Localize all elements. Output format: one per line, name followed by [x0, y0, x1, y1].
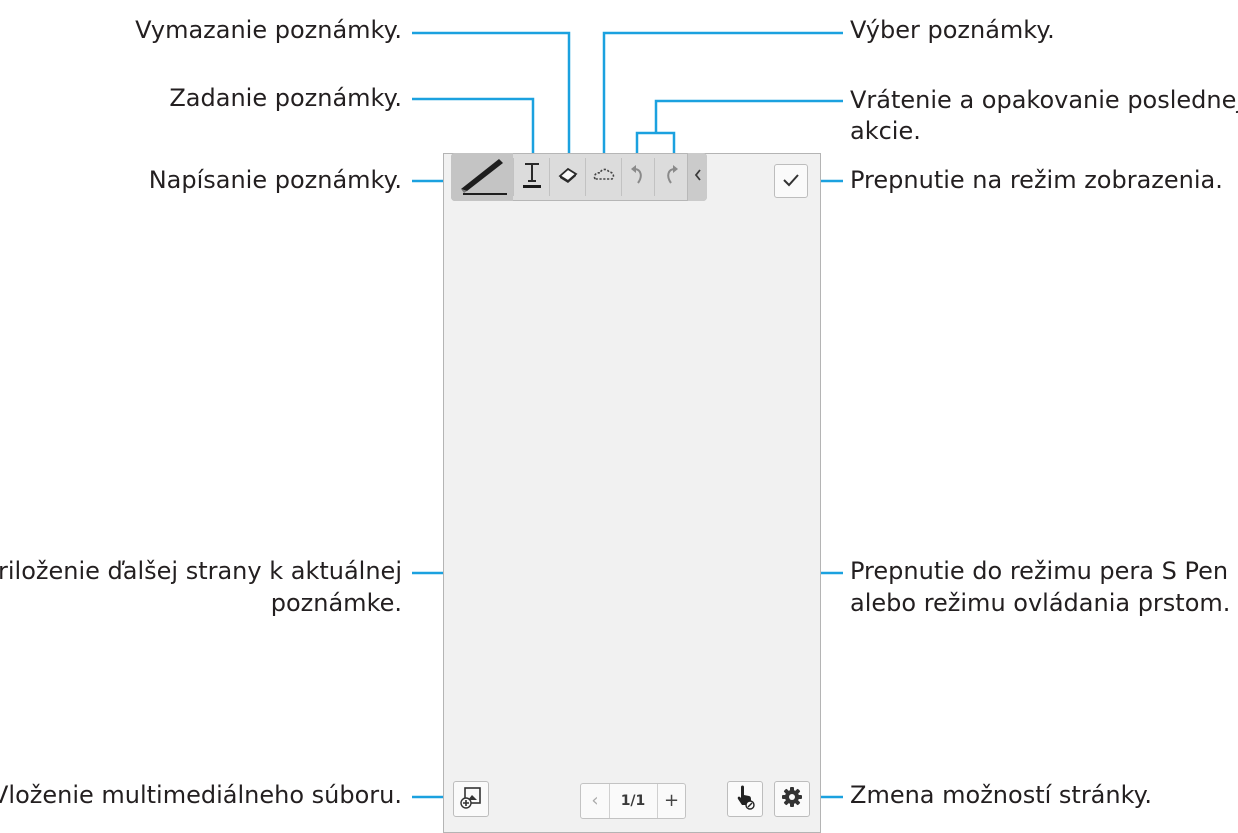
view-mode-button[interactable]: [774, 164, 808, 198]
callout-undo-redo-branch: [654, 99, 843, 133]
insert-media-icon: [459, 785, 483, 813]
redo-button[interactable]: [655, 153, 687, 201]
label-write-note: Napísanie poznámky.: [148, 166, 402, 194]
page-indicator: 1/1: [620, 793, 646, 809]
page-navigator: ‹ 1/1 +: [580, 783, 686, 819]
selection-button[interactable]: [586, 153, 621, 201]
page-settings-button[interactable]: [774, 781, 810, 817]
label-pen-mode-1: Prepnutie do režimu pera S Pen: [850, 557, 1229, 585]
redo-icon: [663, 164, 679, 190]
text-icon: [520, 160, 544, 194]
add-page-button[interactable]: +: [658, 784, 685, 818]
label-page-options: Zmena možností stránky.: [850, 781, 1153, 809]
label-select-note: Výber poznámky.: [850, 16, 1055, 44]
pen-button[interactable]: [451, 153, 513, 201]
callout-select-note: [602, 31, 843, 166]
lasso-icon: [592, 166, 616, 188]
finger-pen-icon: [734, 784, 756, 814]
label-pen-mode-2: alebo režimu ovládania prstom.: [850, 589, 1231, 617]
check-icon: [782, 172, 800, 191]
pen-icon: [455, 153, 509, 201]
label-undo-redo-1: Vrátenie a opakovanie poslednej: [850, 86, 1238, 114]
note-canvas[interactable]: [443, 153, 821, 833]
label-enter-note: Zadanie poznámky.: [169, 84, 402, 112]
eraser-button[interactable]: [550, 153, 585, 201]
prev-page-button[interactable]: ‹: [581, 784, 609, 818]
label-view-mode: Prepnutie na režim zobrazenia.: [850, 166, 1223, 194]
settings-gear-icon: [781, 786, 803, 812]
collapse-toolbar-button[interactable]: [687, 153, 707, 201]
eraser-icon: [557, 165, 579, 189]
label-undo-redo-2: akcie.: [850, 117, 921, 145]
undo-icon: [630, 164, 646, 190]
label-delete-note: Vymazanie poznámky.: [135, 16, 402, 44]
collapse-chevron-icon: [693, 167, 703, 187]
pen-finger-mode-button[interactable]: [727, 781, 763, 817]
text-button[interactable]: [514, 153, 549, 201]
insert-media-button[interactable]: [453, 781, 489, 817]
label-attach-page-1: Priloženie ďalšej strany k aktuálnej: [0, 557, 402, 585]
label-attach-page-2: poznámke.: [270, 589, 402, 617]
label-insert-media: Vloženie multimediálneho súboru.: [0, 781, 402, 809]
undo-button[interactable]: [622, 153, 654, 201]
